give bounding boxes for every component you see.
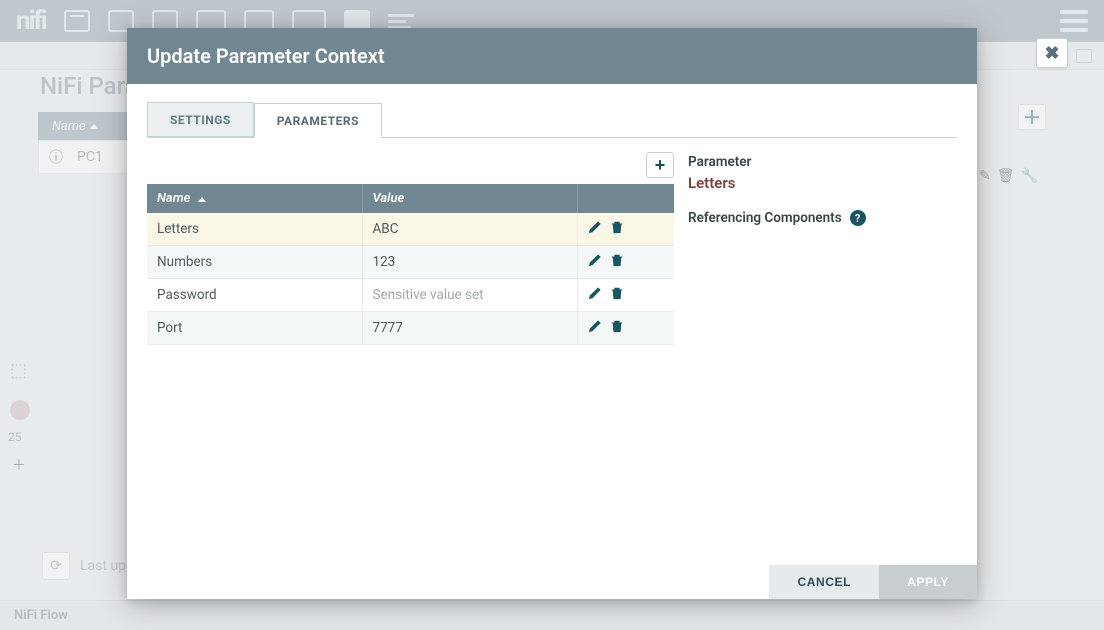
parameters-table: Name Value LettersABCNumbers123PasswordS… [147, 184, 674, 345]
sort-asc-icon [90, 124, 98, 129]
processor-icon [64, 10, 90, 32]
header-name: Name [52, 119, 86, 134]
referencing-components-label: Referencing Components ? [688, 210, 957, 226]
delete-icon[interactable] [610, 286, 624, 304]
table-row[interactable]: Numbers123 [147, 246, 674, 279]
dialog-body: SETTINGS PARAMETERS + Name [127, 84, 977, 565]
edit-icon[interactable] [588, 253, 602, 271]
delete-icon: 🗑 [997, 168, 1015, 184]
wrench-icon: 🔧 [1021, 168, 1038, 184]
cell-name: Password [147, 279, 362, 312]
dialog-title: Update Parameter Context [127, 28, 977, 84]
cell-value: ABC [362, 213, 577, 246]
table-row[interactable]: PasswordSensitive value set [147, 279, 674, 312]
add-parameter-button[interactable]: + [646, 152, 674, 178]
edit-icon[interactable] [588, 319, 602, 337]
edit-icon[interactable] [588, 220, 602, 238]
breadcrumb-bar: NiFi Flow [0, 600, 1104, 630]
dialog-footer: CANCEL APPLY [127, 565, 977, 599]
th-value[interactable]: Value [362, 184, 577, 213]
th-actions [577, 184, 674, 213]
cell-name: Numbers [147, 246, 362, 279]
cell-name: Letters [147, 213, 362, 246]
sort-asc-icon [198, 197, 206, 202]
close-dialog-button[interactable]: ✖ [1036, 38, 1068, 68]
cell-actions [577, 246, 674, 279]
cell-actions [577, 279, 674, 312]
edit-icon[interactable] [588, 286, 602, 304]
detail-label: Parameter [688, 154, 957, 170]
ref-label-text: Referencing Components [688, 210, 842, 226]
cell-actions [577, 312, 674, 345]
update-parameter-context-dialog: Update Parameter Context SETTINGS PARAME… [127, 28, 977, 599]
table-row[interactable]: Port7777 [147, 312, 674, 345]
delete-icon[interactable] [610, 319, 624, 337]
detail-parameter-name: Letters [688, 174, 957, 192]
close-icon: ✖ [1044, 43, 1059, 64]
refresh-button: ⟳ [42, 552, 70, 580]
label-icon [388, 14, 414, 29]
dialog-tabs: SETTINGS PARAMETERS [147, 102, 957, 138]
status-box-icon [1076, 49, 1092, 63]
cell-name: Port [147, 312, 362, 345]
edit-icon: ✎ [979, 168, 991, 184]
component-icon: ⬚ [10, 360, 27, 381]
nifi-logo: nifi [16, 6, 46, 36]
add-context-button: ＋ [1018, 104, 1046, 130]
parameters-table-wrapper: + Name Value LettersA [147, 152, 674, 345]
table-row[interactable]: LettersABC [147, 213, 674, 246]
info-icon: ⓘ [49, 150, 63, 164]
count-badge: 25 [8, 430, 22, 444]
delete-icon[interactable] [610, 253, 624, 271]
row-actions: ✎ 🗑 🔧 [979, 168, 1038, 184]
cell-value: 123 [362, 246, 577, 279]
expand-icon: ＋ [12, 455, 26, 475]
tab-parameters[interactable]: PARAMETERS [254, 103, 382, 138]
parameters-area: + Name Value LettersA [147, 152, 957, 345]
breadcrumb-root: NiFi Flow [14, 608, 68, 623]
status-indicator [10, 400, 30, 420]
context-name: PC1 [77, 149, 103, 165]
apply-button: APPLY [879, 565, 977, 599]
cell-actions [577, 213, 674, 246]
plus-icon: + [655, 156, 666, 174]
delete-icon[interactable] [610, 220, 624, 238]
cancel-button[interactable]: CANCEL [769, 565, 879, 599]
help-icon[interactable]: ? [850, 210, 866, 226]
tab-settings[interactable]: SETTINGS [147, 102, 254, 137]
parameter-detail: Parameter Letters Referencing Components… [688, 152, 957, 345]
cell-value: Sensitive value set [362, 279, 577, 312]
th-name[interactable]: Name [147, 184, 362, 213]
cell-value: 7777 [362, 312, 577, 345]
hamburger-icon [1060, 10, 1088, 32]
th-name-label: Name [157, 191, 190, 206]
